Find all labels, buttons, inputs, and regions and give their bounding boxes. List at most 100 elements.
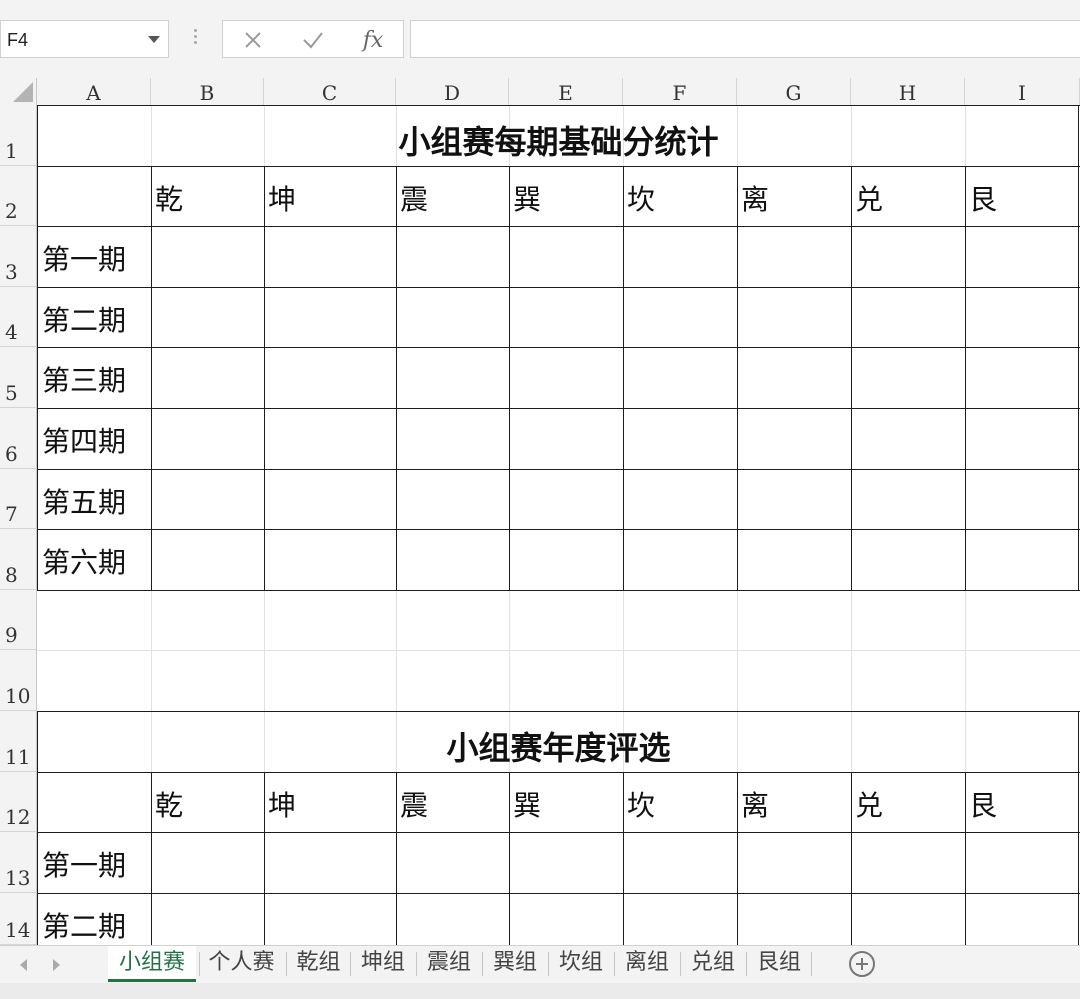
cell-border bbox=[37, 226, 1080, 227]
sheet-tab-bar: 小组赛 个人赛 乾组 坤组 震组 巽组 坎组 离组 兑组 艮组 bbox=[0, 945, 1080, 984]
tab-separator bbox=[199, 952, 200, 976]
table1-header-cell: 震 bbox=[400, 183, 429, 216]
plus-circle-icon[interactable] bbox=[849, 951, 875, 977]
row-header-label: 1 bbox=[5, 139, 18, 163]
sheet-tab-7[interactable]: 坎组 bbox=[549, 946, 613, 982]
sheet-tab-9[interactable]: 兑组 bbox=[681, 946, 745, 982]
sheet-tab-6[interactable]: 巽组 bbox=[483, 946, 547, 982]
worksheet-grid[interactable]: 1 2 3 4 5 6 7 8 9 10 11 12 13 14 小组赛每期基础分统计乾坤震巽坎离兑艮第一期… bbox=[0, 0, 1080, 945]
row-header-label: 12 bbox=[5, 805, 31, 829]
cell-border bbox=[37, 469, 1080, 470]
scroll-right-icon[interactable] bbox=[53, 959, 60, 971]
cell-border bbox=[151, 166, 152, 590]
row-header-label: 14 bbox=[5, 918, 31, 942]
row-header-label: 2 bbox=[5, 199, 18, 223]
scroll-left-icon[interactable] bbox=[20, 959, 27, 971]
cell-border bbox=[37, 105, 38, 590]
table1-period-label: 第六期 bbox=[42, 546, 127, 579]
sheet-tab-8[interactable]: 离组 bbox=[615, 946, 679, 982]
table2-header-cell: 坎 bbox=[627, 789, 656, 822]
table2-header-cell: 震 bbox=[400, 789, 429, 822]
sheet-tab-2[interactable]: 个人赛 bbox=[200, 946, 283, 982]
sheet-tab-10[interactable]: 艮组 bbox=[747, 946, 811, 982]
sheet-tab-1[interactable]: 小组赛 bbox=[108, 946, 196, 982]
row-header-label: 3 bbox=[5, 260, 18, 284]
row-header-8[interactable]: 8 bbox=[0, 529, 37, 590]
row-header-4[interactable]: 4 bbox=[0, 287, 37, 347]
table2-header-cell: 离 bbox=[741, 789, 770, 822]
cell-border bbox=[37, 287, 1080, 288]
table2-title: 小组赛年度评选 bbox=[446, 729, 671, 767]
tab-separator bbox=[548, 952, 549, 976]
status-bar bbox=[0, 983, 1080, 999]
cell-border bbox=[396, 772, 397, 945]
table2-header-cell: 乾 bbox=[155, 789, 184, 822]
cell-border bbox=[509, 166, 510, 590]
table2-period-label: 第二期 bbox=[42, 910, 127, 943]
row-header-label: 10 bbox=[5, 684, 31, 708]
row-header-6[interactable]: 6 bbox=[0, 408, 37, 469]
row-header-3[interactable]: 3 bbox=[0, 226, 37, 287]
row-header-label: 11 bbox=[5, 745, 31, 769]
cell-border bbox=[37, 347, 1080, 348]
table2-header-cell: 兑 bbox=[855, 789, 884, 822]
cell-border bbox=[37, 408, 1080, 409]
row-header-2[interactable]: 2 bbox=[0, 166, 37, 226]
tab-separator bbox=[286, 952, 287, 976]
row-header-label: 13 bbox=[5, 866, 31, 890]
row-header-14[interactable]: 14 bbox=[0, 893, 37, 945]
table2-header-cell: 艮 bbox=[969, 789, 998, 822]
row-header-12[interactable]: 12 bbox=[0, 772, 37, 832]
sheet-tab-3[interactable]: 乾组 bbox=[287, 946, 350, 982]
cell-border bbox=[37, 529, 1080, 530]
table2-header-cell: 坤 bbox=[268, 789, 297, 822]
sheet-tab-4[interactable]: 坤组 bbox=[351, 946, 415, 982]
tab-separator bbox=[482, 952, 483, 976]
table2-header-cell: 巽 bbox=[513, 789, 542, 822]
table1-period-label: 第五期 bbox=[42, 486, 127, 519]
table1-header-cell: 艮 bbox=[969, 183, 998, 216]
row-header-7[interactable]: 7 bbox=[0, 469, 37, 529]
cell-border bbox=[851, 166, 852, 590]
cell-border bbox=[851, 772, 852, 945]
sheet-tab-5[interactable]: 震组 bbox=[417, 946, 481, 982]
row-header-label: 8 bbox=[5, 563, 18, 587]
row-header-5[interactable]: 5 bbox=[0, 347, 37, 408]
table1-header-cell: 离 bbox=[741, 183, 770, 216]
row-header-11[interactable]: 11 bbox=[0, 711, 37, 772]
table1-period-label: 第四期 bbox=[42, 425, 127, 458]
cell-border bbox=[264, 166, 265, 590]
cell-border bbox=[37, 893, 1080, 894]
cell-border bbox=[37, 105, 1080, 106]
cell-border bbox=[623, 166, 624, 590]
tab-separator bbox=[811, 952, 812, 976]
tab-separator bbox=[416, 952, 417, 976]
row-header-label: 6 bbox=[5, 442, 18, 466]
gridline bbox=[37, 650, 1080, 651]
row-header-label: 9 bbox=[5, 623, 18, 647]
table1-period-label: 第三期 bbox=[42, 364, 127, 397]
tab-separator bbox=[680, 952, 681, 976]
cell-border bbox=[264, 772, 265, 945]
cell-border bbox=[37, 711, 1080, 712]
row-header-9[interactable]: 9 bbox=[0, 590, 37, 650]
cell-border bbox=[737, 772, 738, 945]
row-header-13[interactable]: 13 bbox=[0, 832, 37, 893]
cell-border bbox=[623, 772, 624, 945]
row-header-label: 7 bbox=[5, 502, 18, 526]
row-header-10[interactable]: 10 bbox=[0, 650, 37, 711]
cell-border bbox=[37, 590, 1080, 591]
table1-header-cell: 巽 bbox=[513, 183, 542, 216]
cell-border bbox=[396, 166, 397, 590]
cell-border bbox=[1078, 105, 1079, 590]
cell-border bbox=[37, 166, 1080, 167]
table1-header-cell: 兑 bbox=[855, 183, 884, 216]
cell-border bbox=[737, 166, 738, 590]
row-header-1[interactable]: 1 bbox=[0, 105, 37, 166]
table1-period-label: 第二期 bbox=[42, 304, 127, 337]
tab-separator bbox=[746, 952, 747, 976]
row-header-label: 5 bbox=[5, 381, 18, 405]
row-header-label: 4 bbox=[5, 320, 18, 344]
table1-header-cell: 乾 bbox=[155, 183, 184, 216]
table1-header-cell: 坤 bbox=[268, 183, 297, 216]
